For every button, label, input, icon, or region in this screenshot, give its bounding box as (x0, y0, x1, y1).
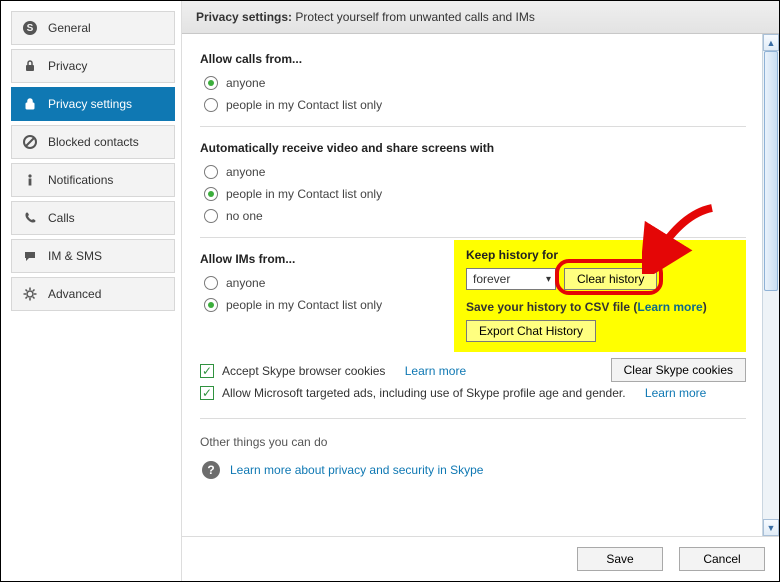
radio-ims-contacts-only[interactable] (204, 298, 218, 312)
divider (200, 237, 746, 238)
sidebar-item-label: Notifications (48, 173, 113, 187)
save-button[interactable]: Save (577, 547, 663, 571)
scroll-up-button[interactable]: ▲ (763, 34, 779, 51)
checkbox-label: Allow Microsoft targeted ads, including … (222, 386, 626, 400)
checkbox-targeted-ads[interactable]: ✓ (200, 386, 214, 400)
clear-skype-cookies-button[interactable]: Clear Skype cookies (611, 358, 746, 382)
section-calls-title: Allow calls from... (200, 48, 746, 72)
vertical-scrollbar[interactable]: ▲ ▼ (762, 34, 779, 536)
sidebar-item-advanced[interactable]: Advanced (11, 277, 175, 311)
main-panel: Allow calls from... anyone people in my … (182, 34, 762, 536)
sidebar-item-im-sms[interactable]: IM & SMS (11, 239, 175, 273)
radio-video-contacts-only[interactable] (204, 187, 218, 201)
divider (200, 418, 746, 419)
radio-calls-contacts-only[interactable] (204, 98, 218, 112)
sidebar-item-notifications[interactable]: Notifications (11, 163, 175, 197)
radio-label: people in my Contact list only (226, 187, 382, 201)
sidebar-item-label: Advanced (48, 287, 101, 301)
sidebar-item-privacy[interactable]: Privacy (11, 49, 175, 83)
learn-more-link[interactable]: Learn more (645, 386, 706, 400)
radio-ims-anyone[interactable] (204, 276, 218, 290)
sidebar-item-calls[interactable]: Calls (11, 201, 175, 235)
keep-history-title: Keep history for (466, 248, 736, 262)
scroll-down-button[interactable]: ▼ (763, 519, 779, 536)
radio-label: no one (226, 209, 263, 223)
scroll-thumb[interactable] (764, 51, 778, 291)
checkbox-label: Accept Skype browser cookies (222, 364, 385, 378)
header-title-rest: Protect yourself from unwanted calls and… (295, 10, 534, 24)
radio-label: people in my Contact list only (226, 98, 382, 112)
sidebar-item-label: IM & SMS (48, 249, 102, 263)
svg-text:S: S (27, 23, 34, 34)
history-highlight-box: Keep history for forever ▾ Clear history (454, 240, 746, 352)
info-icon (22, 172, 38, 188)
section-video-title: Automatically receive video and share sc… (200, 137, 746, 161)
radio-video-no-one[interactable] (204, 209, 218, 223)
sidebar-item-label: Privacy settings (48, 97, 132, 111)
blocked-icon (22, 134, 38, 150)
radio-label: anyone (226, 276, 265, 290)
clear-history-button[interactable]: Clear history (564, 268, 657, 290)
learn-more-link[interactable]: Learn more (637, 300, 702, 314)
section-ims-title: Allow IMs from... (200, 248, 434, 272)
sidebar-item-label: Blocked contacts (48, 135, 139, 149)
chat-icon (22, 248, 38, 264)
header-title-bold: Privacy settings: (196, 10, 292, 24)
export-chat-history-button[interactable]: Export Chat History (466, 320, 596, 342)
radio-calls-anyone[interactable] (204, 76, 218, 90)
save-history-text: Save your history to CSV file (Learn mor… (466, 300, 736, 314)
privacy-security-learn-more-link[interactable]: Learn more about privacy and security in… (230, 463, 483, 477)
sidebar-item-general[interactable]: S General (11, 11, 175, 45)
cancel-button[interactable]: Cancel (679, 547, 765, 571)
scroll-track[interactable] (763, 51, 779, 519)
checkbox-accept-cookies[interactable]: ✓ (200, 364, 214, 378)
lock-icon (22, 58, 38, 74)
radio-label: anyone (226, 76, 265, 90)
sidebar-item-blocked-contacts[interactable]: Blocked contacts (11, 125, 175, 159)
divider (200, 126, 746, 127)
learn-more-link[interactable]: Learn more (405, 364, 466, 378)
sidebar-item-label: Calls (48, 211, 75, 225)
sidebar: S General Privacy Privacy settings (1, 1, 181, 581)
sidebar-item-privacy-settings[interactable]: Privacy settings (11, 87, 175, 121)
radio-label: anyone (226, 165, 265, 179)
content-header: Privacy settings: Protect yourself from … (182, 1, 779, 34)
help-icon: ? (202, 461, 220, 479)
history-duration-select[interactable]: forever ▾ (466, 268, 556, 290)
radio-label: people in my Contact list only (226, 298, 382, 312)
footer: Save Cancel (182, 536, 779, 581)
lock-icon (22, 96, 38, 112)
other-things-title: Other things you can do (200, 429, 746, 455)
select-value: forever (473, 272, 510, 286)
sidebar-item-label: Privacy (48, 59, 87, 73)
sidebar-item-label: General (48, 21, 91, 35)
radio-video-anyone[interactable] (204, 165, 218, 179)
phone-icon (22, 210, 38, 226)
skype-icon: S (22, 20, 38, 36)
gear-icon (22, 286, 38, 302)
chevron-down-icon: ▾ (546, 274, 551, 285)
